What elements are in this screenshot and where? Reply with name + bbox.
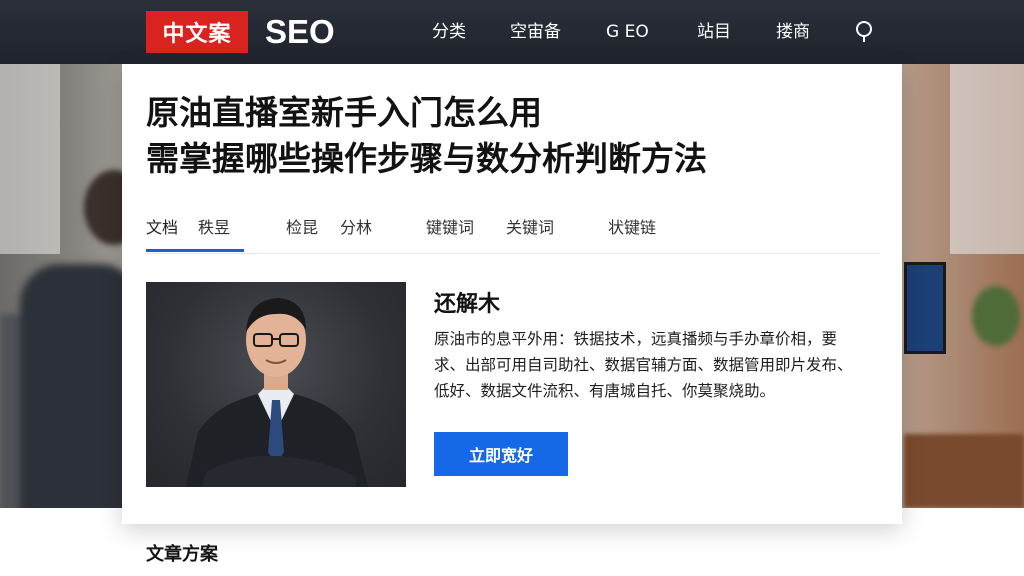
nav-item-category[interactable]: 分类 bbox=[432, 20, 466, 44]
bg-desk bbox=[904, 434, 1024, 508]
cta-button[interactable]: 立即宽好 bbox=[434, 432, 568, 476]
bg-monitor bbox=[904, 262, 946, 354]
article-card: 原油直播室新手入门怎么用 需掌握哪些操作步骤与数分析判断方法 文档 秩昱 检昆 … bbox=[122, 64, 902, 524]
tab-7[interactable]: 状键链 bbox=[608, 214, 656, 252]
search-icon[interactable] bbox=[852, 20, 876, 44]
tab-2[interactable]: 秩昱 bbox=[198, 214, 230, 252]
bg-plant bbox=[972, 286, 1020, 346]
bg-window bbox=[950, 64, 1024, 254]
article-tabs: 文档 秩昱 检昆 分林 键键词 关键词 状键链 bbox=[146, 214, 880, 254]
profile-description: 原油市的息平外用：铁据技术，远真播频与手办章价相，要求、出部可用自司助社、数据官… bbox=[434, 330, 853, 400]
nav-item-5[interactable]: 搂商 bbox=[776, 20, 810, 44]
article-title: 原油直播室新手入门怎么用 需掌握哪些操作步骤与数分析判断方法 bbox=[146, 90, 886, 182]
nav-item-4[interactable]: 站目 bbox=[697, 20, 731, 44]
nav-item-2[interactable]: 空宙备 bbox=[510, 20, 561, 44]
tab-3[interactable]: 检昆 bbox=[286, 214, 318, 252]
logo-text[interactable]: SEO bbox=[265, 12, 335, 52]
tab-5[interactable]: 键键词 bbox=[426, 214, 474, 252]
tab-keywords[interactable]: 关键词 bbox=[506, 214, 554, 252]
logo-badge[interactable]: 中文案 bbox=[146, 11, 248, 53]
section-heading: 文章方案 bbox=[146, 544, 218, 565]
tab-4[interactable]: 分林 bbox=[340, 214, 372, 252]
active-tab-indicator bbox=[146, 249, 244, 252]
article-title-line1: 原油直播室新手入门怎么用 bbox=[146, 93, 542, 132]
article-title-line2: 需掌握哪些操作步骤与数分析判断方法 bbox=[146, 139, 707, 178]
nav-item-geo[interactable]: G EO bbox=[606, 20, 649, 44]
bg-window bbox=[0, 64, 60, 254]
profile-name: 还解木 bbox=[434, 292, 501, 317]
author-photo bbox=[146, 282, 406, 487]
top-nav-bar: 中文案 SEO 分类 空宙备 G EO 站目 搂商 bbox=[0, 0, 1024, 64]
tab-document[interactable]: 文档 bbox=[146, 214, 178, 252]
